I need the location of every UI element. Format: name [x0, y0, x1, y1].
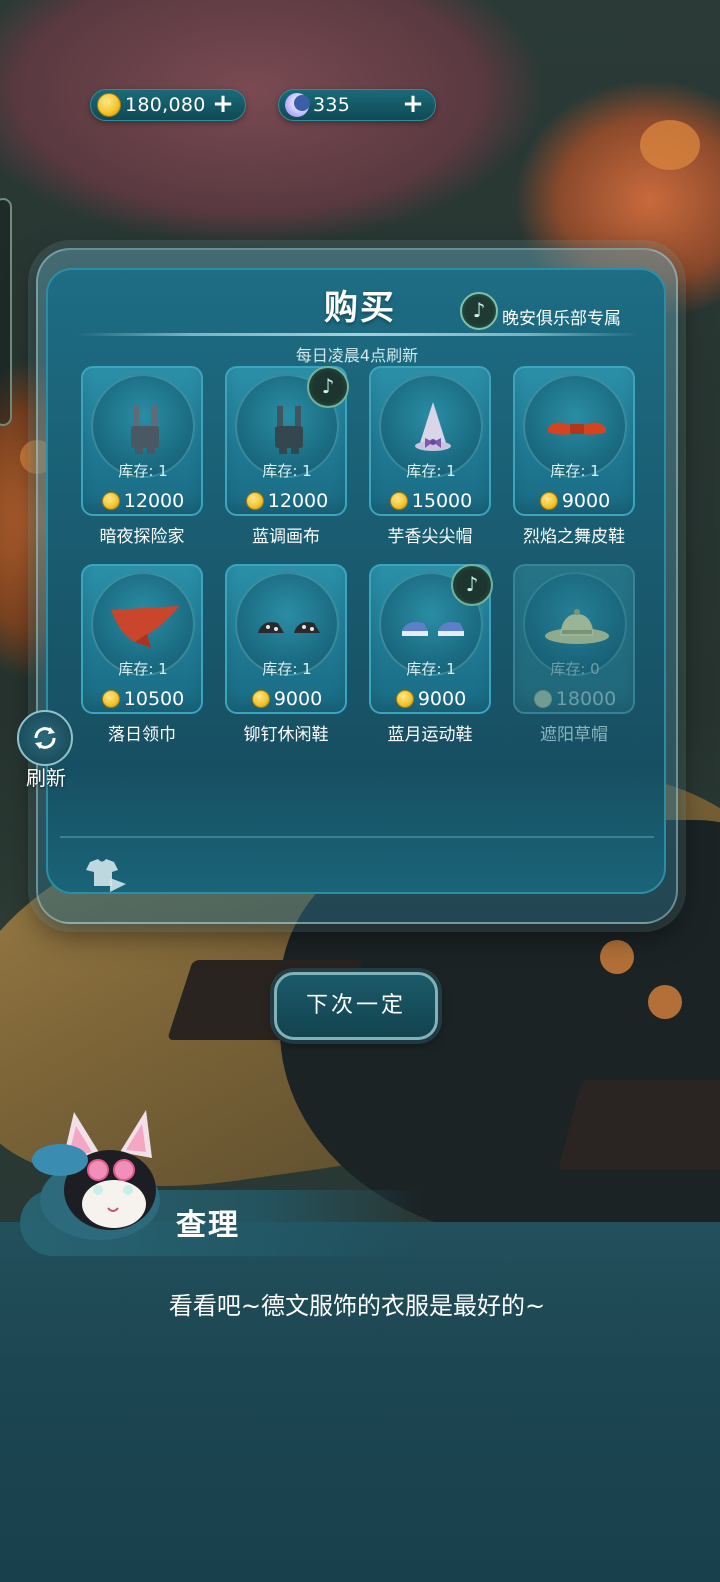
coin-icon	[539, 492, 558, 510]
coin-icon	[97, 93, 121, 117]
item-stock: 库存: 1	[550, 462, 600, 480]
panel-footer-divider	[60, 836, 654, 838]
wardrobe-icon[interactable]	[82, 856, 128, 896]
item-grid: 库存: 1 12000 暗夜探险家 库存: 1 12000 ♪ 蓝调画布 库存: 1 15000…	[81, 366, 637, 746]
item-price-row: 15000	[371, 490, 491, 512]
refresh-note: 每日凌晨4点刷新	[295, 346, 419, 365]
item-price: 9000	[273, 688, 323, 710]
item-price: 10500	[123, 688, 185, 710]
item-price-row: 12000	[227, 490, 347, 512]
shop-item[interactable]: 库存: 1 10500 落日领巾	[81, 564, 205, 745]
item-card[interactable]: 库存: 1 15000	[369, 366, 491, 516]
item-price-row: 10500	[83, 688, 203, 710]
charlie-avatar	[32, 1110, 160, 1240]
item-price: 9000	[417, 688, 467, 710]
item-price-row: 9000	[371, 688, 491, 710]
club-icon: ♪	[460, 292, 498, 330]
shop-item[interactable]: 库存: 1 12000 ♪ 蓝调画布	[225, 366, 349, 547]
item-stock: 库存: 1	[262, 660, 312, 678]
club-exclusive-icon: ♪	[307, 366, 349, 408]
shop-item[interactable]: 库存: 0 18000 遮阳草帽	[513, 564, 637, 745]
moon-currency: 335 +	[278, 89, 436, 121]
item-price-row: 9000	[515, 490, 635, 512]
next-time-button[interactable]: 下次一定	[274, 972, 438, 1040]
item-name: 落日领巾	[108, 725, 176, 745]
shop-item[interactable]: 库存: 1 12000 暗夜探险家	[81, 366, 205, 547]
gold-amount: 180,080	[125, 94, 206, 116]
background-table-right	[557, 1080, 720, 1170]
item-price: 18000	[555, 688, 617, 710]
item-name: 遮阳草帽	[540, 725, 608, 745]
refresh-icon	[34, 727, 56, 749]
club-exclusive-icon: ♪	[451, 564, 493, 606]
shop-item[interactable]: 库存: 1 15000 芋香尖尖帽	[369, 366, 493, 547]
item-stock: 库存: 0	[550, 660, 600, 678]
gold-currency: 180,080 +	[90, 89, 246, 121]
coin-icon	[245, 492, 264, 510]
coin-icon	[533, 690, 552, 708]
item-name: 蓝月运动鞋	[387, 725, 473, 745]
item-name: 暗夜探险家	[99, 527, 185, 547]
item-name: 芋香尖尖帽	[387, 527, 473, 547]
club-exclusive-label: 晚安俱乐部专属	[502, 309, 621, 329]
item-card[interactable]: 库存: 1 10500	[81, 564, 203, 714]
item-name: 烈焰之舞皮鞋	[523, 527, 625, 547]
coin-icon	[395, 690, 414, 708]
item-name: 蓝调画布	[252, 527, 320, 547]
coin-icon	[389, 492, 408, 510]
coin-icon	[101, 690, 120, 708]
shop-item[interactable]: 库存: 1 9000 铆钉休闲鞋	[225, 564, 349, 745]
background-flower	[640, 120, 700, 170]
coin-icon	[251, 690, 270, 708]
item-price: 12000	[267, 490, 329, 512]
shop-item[interactable]: 库存: 1 9000 烈焰之舞皮鞋	[513, 366, 637, 547]
item-stock: 库存: 1	[406, 462, 456, 480]
speaker-name: 查理	[176, 1208, 240, 1243]
item-price-row: 12000	[83, 490, 203, 512]
item-stock: 库存: 1	[118, 462, 168, 480]
background-flower	[600, 940, 634, 974]
coin-icon	[101, 492, 120, 510]
shop-item[interactable]: 库存: 1 9000 ♪ 蓝月运动鞋	[369, 564, 493, 745]
item-stock: 库存: 1	[262, 462, 312, 480]
add-moon-button[interactable]: +	[401, 91, 425, 117]
refresh-button[interactable]	[17, 710, 73, 766]
item-card[interactable]: 库存: 1 12000	[81, 366, 203, 516]
item-card[interactable]: 库存: 1 9000 ♪	[369, 564, 493, 714]
item-stock: 库存: 1	[118, 660, 168, 678]
dialog-text: 看看吧~德文服饰的衣服是最好的~	[168, 1292, 546, 1320]
item-card[interactable]: 库存: 1 12000 ♪	[225, 366, 349, 516]
item-stock: 库存: 1	[406, 660, 456, 678]
item-price: 9000	[561, 490, 611, 512]
item-name: 铆钉休闲鞋	[243, 725, 329, 745]
background-flower	[648, 985, 682, 1019]
moon-amount: 335	[313, 94, 351, 116]
item-card[interactable]: 库存: 0 18000	[513, 564, 635, 714]
title-divider	[78, 333, 638, 336]
item-price: 15000	[411, 490, 473, 512]
moon-icon	[285, 93, 310, 117]
refresh-label: 刷新	[26, 766, 66, 790]
dialog-box[interactable]	[0, 1222, 720, 1582]
item-card[interactable]: 库存: 1 9000	[513, 366, 635, 516]
item-card[interactable]: 库存: 1 9000	[225, 564, 347, 714]
item-price-row: 18000	[515, 688, 635, 710]
item-price: 12000	[123, 490, 185, 512]
add-gold-button[interactable]: +	[211, 91, 235, 117]
item-price-row: 9000	[227, 688, 347, 710]
